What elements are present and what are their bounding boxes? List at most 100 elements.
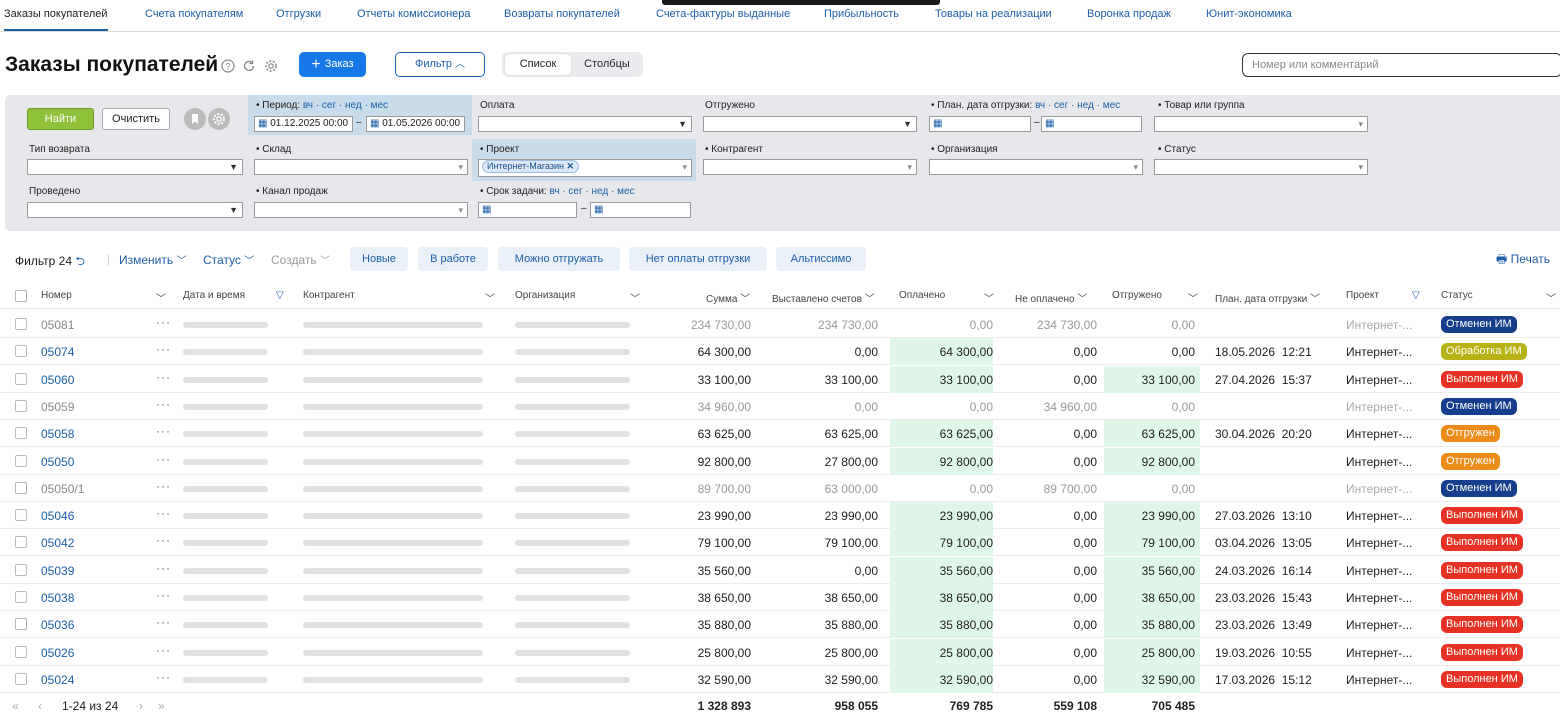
organization-select[interactable]: ▾ (929, 159, 1143, 175)
prev-page-icon[interactable]: ‹ (38, 699, 42, 713)
more-icon[interactable]: ··· (156, 397, 171, 411)
more-icon[interactable]: ··· (156, 643, 171, 657)
status-badge[interactable]: Выполнен ИМ (1441, 562, 1523, 579)
status-badge[interactable]: Выполнен ИМ (1441, 507, 1523, 524)
chevron-down-icon[interactable]: ﹀ (156, 290, 166, 305)
table-row[interactable]: 05081 ··· 234 730,00 234 730,00 0,00 234 730,… (0, 311, 1560, 338)
more-icon[interactable]: ··· (156, 670, 171, 684)
return-type-select[interactable]: ▼ (27, 159, 243, 175)
status-badge[interactable]: Выполнен ИМ (1441, 616, 1523, 633)
period-to-field[interactable]: ▦ 01.05.2026 00:00 (366, 116, 465, 132)
table-row[interactable]: 05038 ··· 38 650,00 38 650,00 38 650,00 0,00 3… (0, 584, 1560, 611)
plan-ship-to-field[interactable]: ▦ (1041, 116, 1142, 132)
more-icon[interactable]: ··· (156, 370, 171, 384)
project-select[interactable]: Интернет-Магазин ✕ ▾ (478, 159, 692, 177)
remove-tag-icon[interactable]: ✕ (567, 161, 575, 171)
col-sum[interactable]: Сумма ﹀ (706, 290, 750, 305)
order-number[interactable]: 05038 (41, 591, 74, 605)
more-icon[interactable]: ··· (156, 479, 171, 493)
order-number[interactable]: 05050 (41, 455, 74, 469)
order-number[interactable]: 05081 (41, 318, 74, 332)
row-checkbox[interactable] (15, 591, 27, 603)
table-row[interactable]: 05050/1 ··· 89 700,00 63 000,00 0,00 89 700,0… (0, 475, 1560, 502)
posted-select[interactable]: ▼ (27, 202, 243, 218)
more-icon[interactable]: ··· (156, 533, 171, 547)
next-page-icon[interactable]: › (139, 699, 143, 713)
tab-customer-orders[interactable]: Заказы покупателей (4, 8, 108, 31)
plan-ship-quick-links[interactable]: вч · сег · нед · мес (1035, 100, 1120, 111)
row-checkbox[interactable] (15, 318, 27, 330)
more-icon[interactable]: ··· (156, 615, 171, 629)
print-button[interactable]: 🖶 Печать (1496, 250, 1550, 271)
select-all-checkbox[interactable] (15, 290, 27, 302)
tab-goods-on-sale[interactable]: Товары на реализации (935, 8, 1052, 20)
funnel-icon[interactable]: ▽ (1412, 290, 1420, 301)
payment-select[interactable]: ▼ (478, 116, 692, 132)
filter-settings-gear-icon[interactable] (208, 108, 230, 130)
filter-count[interactable]: Фильтр 24 ⮌ (15, 252, 85, 273)
more-icon[interactable]: ··· (156, 424, 171, 438)
row-checkbox[interactable] (15, 509, 27, 521)
status-badge[interactable]: Отгружен (1441, 453, 1500, 470)
table-row[interactable]: 05058 ··· 63 625,00 63 625,00 63 625,00 0,00 6… (0, 420, 1560, 447)
status-badge[interactable]: Обработка ИМ (1441, 343, 1527, 360)
find-button[interactable]: Найти (27, 108, 94, 130)
status-badge[interactable]: Выполнен ИМ (1441, 671, 1523, 688)
counterparty-select[interactable]: ▾ (703, 159, 917, 175)
status-menu[interactable]: Статус ﹀ (203, 252, 254, 267)
period-quick-links[interactable]: вч · сег · нед · мес (303, 100, 388, 111)
chip-no-payment[interactable]: Нет оплаты отгрузки (629, 247, 767, 271)
col-shipped[interactable]: Отгружено (1112, 290, 1162, 301)
order-number[interactable]: 05024 (41, 673, 74, 687)
order-number[interactable]: 05059 (41, 400, 74, 414)
status-badge[interactable]: Отменен ИМ (1441, 398, 1517, 415)
last-page-icon[interactable]: » (158, 699, 165, 713)
col-organization[interactable]: Организация (515, 290, 575, 301)
col-project[interactable]: Проект (1346, 290, 1379, 301)
table-row[interactable]: 05024 ··· 32 590,00 32 590,00 32 590,00 0,00 3… (0, 666, 1560, 693)
create-menu[interactable]: Создать ﹀ (271, 252, 330, 267)
view-list-option[interactable]: Список (505, 54, 571, 75)
table-row[interactable]: 05026 ··· 25 800,00 25 800,00 25 800,00 0,00 2… (0, 639, 1560, 666)
task-quick-links[interactable]: вч · сег · нед · мес (549, 186, 634, 197)
project-tag[interactable]: Интернет-Магазин ✕ (482, 160, 580, 173)
tab-unit-economics[interactable]: Юнит-экономика (1206, 8, 1292, 20)
chip-new[interactable]: Новые (350, 247, 408, 271)
warehouse-select[interactable]: ▾ (254, 159, 468, 175)
col-plan-date[interactable]: План. дата отгрузки ﹀ (1215, 290, 1320, 305)
tab-shipments[interactable]: Отгрузки (276, 8, 321, 20)
row-checkbox[interactable] (15, 618, 27, 630)
row-checkbox[interactable] (15, 482, 27, 494)
chip-in-progress[interactable]: В работе (418, 247, 488, 271)
col-counterparty[interactable]: Контрагент (303, 290, 355, 301)
more-icon[interactable]: ··· (156, 315, 171, 329)
col-datetime[interactable]: Дата и время (183, 290, 245, 301)
row-checkbox[interactable] (15, 646, 27, 658)
row-checkbox[interactable] (15, 345, 27, 357)
status-badge[interactable]: Выполнен ИМ (1441, 589, 1523, 606)
row-checkbox[interactable] (15, 564, 27, 576)
status-badge[interactable]: Выполнен ИМ (1441, 534, 1523, 551)
table-row[interactable]: 05074 ··· 64 300,00 0,00 64 300,00 0,00 0,00 18… (0, 338, 1560, 365)
order-number[interactable]: 05039 (41, 564, 74, 578)
chevron-down-icon[interactable]: ﹀ (630, 290, 640, 305)
status-badge[interactable]: Выполнен ИМ (1441, 644, 1523, 661)
row-checkbox[interactable] (15, 427, 27, 439)
order-number[interactable]: 05058 (41, 427, 74, 441)
more-icon[interactable]: ··· (156, 452, 171, 466)
more-icon[interactable]: ··· (156, 588, 171, 602)
table-row[interactable]: 05042 ··· 79 100,00 79 100,00 79 100,00 0,00 7… (0, 529, 1560, 556)
table-row[interactable]: 05050 ··· 92 800,00 27 800,00 92 800,00 0,00 9… (0, 448, 1560, 475)
channel-select[interactable]: ▾ (254, 202, 468, 218)
reset-icon[interactable]: ⮌ (75, 254, 85, 268)
col-status[interactable]: Статус (1441, 290, 1473, 301)
clear-button[interactable]: Очистить (102, 108, 170, 130)
chevron-down-icon[interactable]: ﹀ (485, 290, 495, 305)
status-badge[interactable]: Отменен ИМ (1441, 316, 1517, 333)
chevron-down-icon[interactable]: ﹀ (1188, 290, 1198, 305)
tab-profitability[interactable]: Прибыльность (824, 8, 899, 20)
col-unpaid[interactable]: Не оплачено ﹀ (1015, 290, 1087, 305)
bookmark-icon[interactable] (184, 108, 206, 130)
table-row[interactable]: 05039 ··· 35 560,00 0,00 35 560,00 0,00 35 560… (0, 557, 1560, 584)
col-paid[interactable]: Оплачено (899, 290, 945, 301)
